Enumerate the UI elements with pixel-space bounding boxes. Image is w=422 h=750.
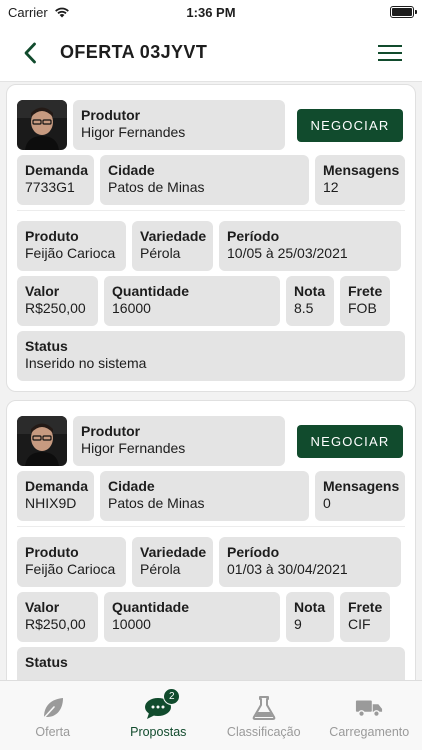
- periodo-field: Período 01/03 à 30/04/2021: [219, 537, 401, 587]
- back-button[interactable]: [18, 41, 42, 65]
- cidade-field: Cidade Patos de Minas: [100, 471, 309, 521]
- nota-field: Nota 9: [286, 592, 334, 642]
- battery-icon: [390, 6, 417, 18]
- divider: [17, 526, 405, 527]
- demanda-field: Demanda 7733G1: [17, 155, 94, 205]
- leaf-icon: [39, 695, 67, 721]
- tab-carregamento[interactable]: Carregamento: [317, 681, 422, 750]
- cidade-field: Cidade Patos de Minas: [100, 155, 309, 205]
- flask-icon: [250, 695, 278, 721]
- frete-field: Frete CIF: [340, 592, 390, 642]
- hamburger-menu-icon[interactable]: [378, 43, 404, 63]
- produto-field: Produto Feijão Carioca: [17, 537, 126, 587]
- offer-card: Produtor Higor Fernandes NEGOCIAR Demand…: [6, 84, 416, 392]
- offer-card: Produtor Higor Fernandes NEGOCIAR Demand…: [6, 400, 416, 680]
- frete-field: Frete FOB: [340, 276, 390, 326]
- wifi-icon: [54, 7, 69, 18]
- nota-field: Nota 8.5: [286, 276, 334, 326]
- mensagens-field[interactable]: Mensagens 12: [315, 155, 405, 205]
- producer-name: Higor Fernandes: [81, 124, 186, 140]
- valor-field: Valor R$250,00: [17, 592, 98, 642]
- notification-badge: 2: [163, 688, 181, 705]
- produto-field: Produto Feijão Carioca: [17, 221, 126, 271]
- truck-icon: [355, 695, 383, 721]
- tab-propostas[interactable]: 2 Propostas: [106, 681, 212, 750]
- page-title: OFERTA 03JYVT: [60, 42, 208, 62]
- divider: [17, 210, 405, 211]
- chevron-left-icon: [24, 42, 36, 63]
- tab-oferta[interactable]: Oferta: [0, 681, 106, 750]
- negociar-button[interactable]: NEGOCIAR: [297, 424, 403, 458]
- negociar-button[interactable]: NEGOCIAR: [297, 108, 403, 142]
- tab-label: Carregamento: [329, 725, 410, 739]
- offer-list[interactable]: Produtor Higor Fernandes NEGOCIAR Demand…: [0, 84, 422, 680]
- status-field: Status Inserido no sistema: [17, 331, 405, 381]
- carrier-name: Carrier: [8, 4, 48, 20]
- variedade-field: Variedade Pérola: [132, 221, 213, 271]
- quantidade-field: Quantidade 10000: [104, 592, 280, 642]
- periodo-field: Período 10/05 à 25/03/2021: [219, 221, 401, 271]
- quantidade-field: Quantidade 16000: [104, 276, 280, 326]
- tab-label: Oferta: [35, 725, 71, 739]
- app-header: OFERTA 03JYVT: [0, 24, 422, 82]
- producer-avatar: [17, 100, 67, 150]
- bottom-tab-bar: Oferta 2 Propostas Classificação Carrega…: [0, 680, 422, 750]
- demanda-field: Demanda NHIX9D: [17, 471, 94, 521]
- status-bar: Carrier 1:36 PM: [0, 0, 422, 24]
- status-field: Status: [17, 647, 405, 680]
- producer-avatar: [17, 416, 67, 466]
- carrier-info: Carrier: [8, 5, 70, 20]
- tab-classificacao[interactable]: Classificação: [211, 681, 317, 750]
- mensagens-field[interactable]: Mensagens 0: [315, 471, 405, 521]
- producer-field: Produtor Higor Fernandes: [73, 416, 285, 466]
- tab-label: Classificação: [226, 725, 301, 739]
- chat-bubble-icon: 2: [144, 688, 181, 721]
- valor-field: Valor R$250,00: [17, 276, 98, 326]
- tab-label: Propostas: [130, 725, 187, 739]
- variedade-field: Variedade Pérola: [132, 537, 213, 587]
- producer-name: Higor Fernandes: [81, 440, 186, 456]
- producer-field: Produtor Higor Fernandes: [73, 100, 285, 150]
